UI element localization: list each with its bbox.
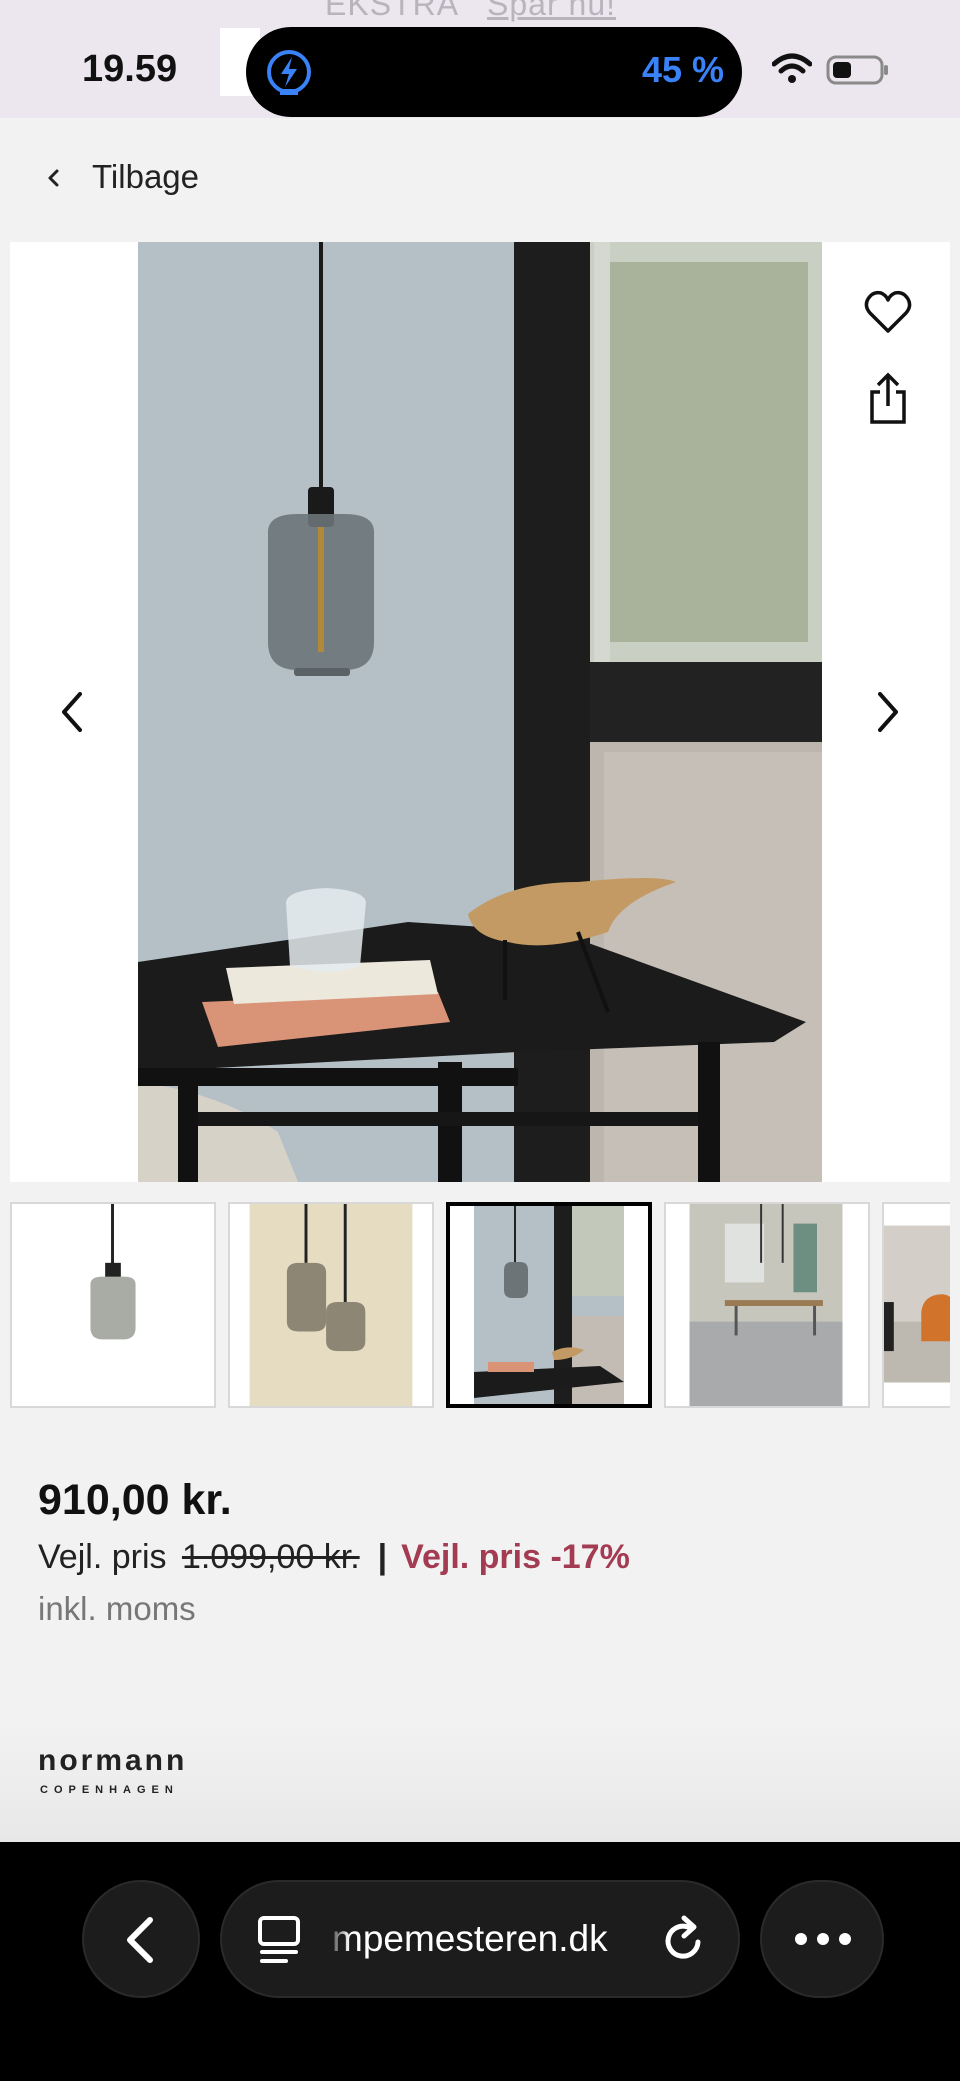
brand-logo-name[interactable]: normann <box>38 1744 187 1778</box>
thumbnail[interactable] <box>664 1202 870 1408</box>
vat-note: inkl. moms <box>38 1590 196 1627</box>
back-label: Tilbage <box>92 158 200 195</box>
promo-text: EKSTRA <box>325 0 460 22</box>
dynamic-island: 45 % <box>246 27 742 117</box>
battery-icon <box>826 55 888 85</box>
page-menu-icon[interactable] <box>256 1914 302 1966</box>
url-fade <box>326 1882 350 1996</box>
thumbnail[interactable] <box>10 1202 216 1408</box>
discount-badge: Vejl. pris -17% <box>401 1538 630 1576</box>
chevron-left-icon <box>127 1917 153 1963</box>
rrp-old-price: 1.099,00 kr. <box>181 1538 360 1576</box>
product-price: 910,00 kr. <box>38 1476 232 1524</box>
address-bar[interactable]: mpemesteren.dk <box>220 1880 740 1998</box>
promo-link[interactable]: Spar nu! <box>487 0 616 22</box>
rrp-separator: | <box>377 1538 388 1576</box>
reload-icon[interactable] <box>658 1912 710 1968</box>
browser-back-button[interactable] <box>82 1880 200 1998</box>
next-image-arrow[interactable] <box>872 688 904 736</box>
thumbnail[interactable] <box>228 1202 434 1408</box>
chevron-left-icon <box>48 169 59 187</box>
product-image[interactable] <box>138 242 822 1182</box>
battery-percent: 45 % <box>641 49 724 90</box>
status-bar: EKSTRA Spar nu! 19.59 45 % <box>0 0 960 118</box>
wifi-icon <box>772 53 812 83</box>
heart-icon[interactable] <box>862 286 914 338</box>
rrp-label: Vejl. pris <box>38 1538 167 1576</box>
browser-toolbar: mpemesteren.dk <box>0 1842 960 2081</box>
prev-image-arrow[interactable] <box>56 688 88 736</box>
url-text: mpemesteren.dk <box>332 1918 608 1959</box>
thumbnail-strip <box>10 1202 950 1408</box>
clock: 19.59 <box>82 48 178 90</box>
charging-icon <box>267 50 311 95</box>
promo-banner: EKSTRA Spar nu! <box>325 0 616 23</box>
ellipsis-icon <box>795 1933 851 1945</box>
brand-logo-subtitle: COPENHAGEN <box>40 1784 179 1796</box>
thumbnail-active[interactable] <box>446 1202 652 1408</box>
share-icon[interactable] <box>864 372 912 426</box>
thumbnail[interactable] <box>882 1202 950 1408</box>
back-link[interactable]: Tilbage <box>0 140 300 220</box>
rrp-line: Vejl. pris 1.099,00 kr. | Vejl. pris -17% <box>38 1538 630 1577</box>
more-options-button[interactable] <box>760 1880 884 1998</box>
product-gallery <box>10 242 950 1182</box>
brand-section <box>0 1720 960 1842</box>
